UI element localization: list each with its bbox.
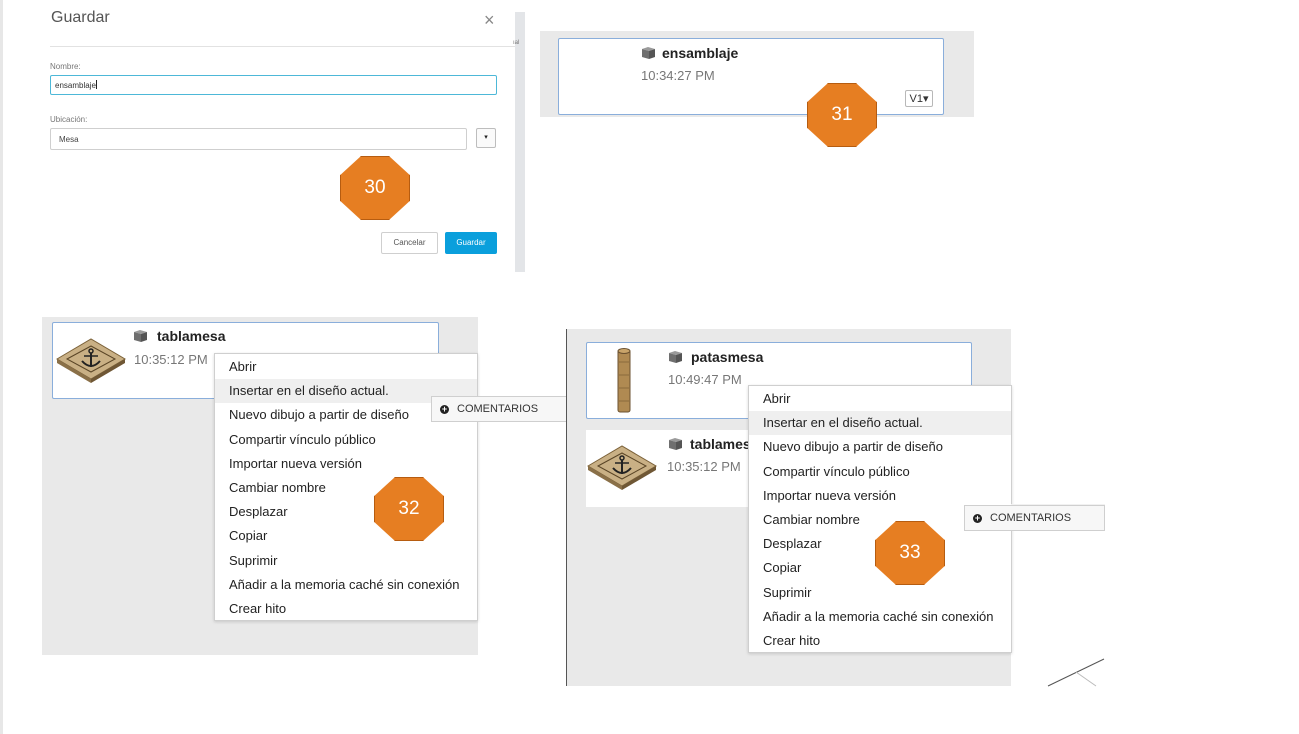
- menu-item-delete[interactable]: Suprimir: [215, 549, 477, 573]
- menu-item-new-drawing[interactable]: Nuevo dibujo a partir de diseño: [749, 435, 1011, 459]
- dialog-divider: [50, 46, 516, 47]
- text-cursor: [95, 80, 97, 89]
- comments-button[interactable]: + COMENTARIOS: [431, 396, 567, 422]
- canvas-lines: [1047, 658, 1105, 687]
- menu-item-share-link[interactable]: Compartir vínculo público: [215, 428, 477, 452]
- menu-item-offline-cache[interactable]: Añadir a la memoria caché sin conexión: [749, 605, 1011, 629]
- design-name: tablamesa: [157, 328, 226, 344]
- menu-item-milestone[interactable]: Crear hito: [215, 597, 477, 621]
- comments-label: COMENTARIOS: [990, 512, 1072, 524]
- context-menu-panel-right: patasmesa 10:49:47 PM tablames 10:35:12 …: [566, 329, 1012, 686]
- design-time: 10:34:27 PM: [641, 68, 715, 83]
- menu-item-share-link[interactable]: Compartir vínculo público: [749, 460, 1011, 484]
- close-icon[interactable]: ×: [484, 11, 495, 29]
- left-border: [0, 0, 3, 734]
- menu-item-insert[interactable]: Insertar en el diseño actual.: [749, 411, 1011, 436]
- menu-item-import-version[interactable]: Importar nueva versión: [215, 452, 477, 476]
- design-thumbnail: [617, 348, 631, 413]
- design-time: 10:35:12 PM: [134, 352, 208, 367]
- version-panel: ensamblaje 10:34:27 PM V1▾: [540, 31, 974, 117]
- comments-label: COMENTARIOS: [457, 403, 539, 415]
- comments-button[interactable]: + COMENTARIOS: [964, 505, 1105, 531]
- menu-item-delete[interactable]: Suprimir: [749, 581, 1011, 605]
- save-button[interactable]: Guardar: [445, 232, 497, 254]
- cube-icon: [134, 330, 147, 342]
- version-dropdown[interactable]: V1▾: [905, 90, 933, 107]
- dialog-title: Guardar: [51, 9, 110, 26]
- plus-circle-icon: +: [973, 513, 982, 523]
- cancel-button[interactable]: Cancelar: [381, 232, 438, 254]
- location-select[interactable]: Mesa: [50, 128, 467, 150]
- design-name: ensamblaje: [662, 45, 739, 61]
- cube-icon: [669, 438, 682, 450]
- menu-item-open[interactable]: Abrir: [215, 355, 477, 379]
- menu-item-copy[interactable]: Copiar: [215, 524, 477, 548]
- menu-item-open[interactable]: Abrir: [749, 387, 1011, 411]
- dropdown-arrow-icon[interactable]: ▾: [476, 128, 496, 148]
- step-badge-30: 30: [340, 156, 410, 220]
- edge-text: ıal: [513, 40, 520, 46]
- design-name: tablames: [690, 436, 751, 452]
- name-label: Nombre:: [50, 62, 81, 71]
- cube-icon: [669, 351, 682, 363]
- design-thumbnail: [587, 445, 657, 490]
- name-input-value: ensamblaje: [55, 81, 96, 90]
- design-time: 10:49:47 PM: [668, 372, 742, 387]
- name-input[interactable]: ensamblaje: [50, 75, 497, 95]
- location-label: Ubicación:: [50, 115, 88, 124]
- design-thumbnail: [56, 338, 126, 383]
- design-name: patasmesa: [691, 349, 764, 365]
- context-menu: Abrir Insertar en el diseño actual. Nuev…: [214, 353, 478, 621]
- cube-icon: [642, 47, 655, 59]
- menu-item-milestone[interactable]: Crear hito: [749, 629, 1011, 653]
- background-canvas-strip: [515, 12, 525, 272]
- design-card-ensamblaje[interactable]: ensamblaje 10:34:27 PM V1▾: [558, 38, 944, 115]
- plus-circle-icon: +: [440, 404, 449, 414]
- save-dialog: Guardar × Nombre: ensamblaje Ubicación: …: [38, 0, 525, 272]
- menu-item-offline-cache[interactable]: Añadir a la memoria caché sin conexión: [215, 573, 477, 597]
- design-time: 10:35:12 PM: [667, 459, 741, 474]
